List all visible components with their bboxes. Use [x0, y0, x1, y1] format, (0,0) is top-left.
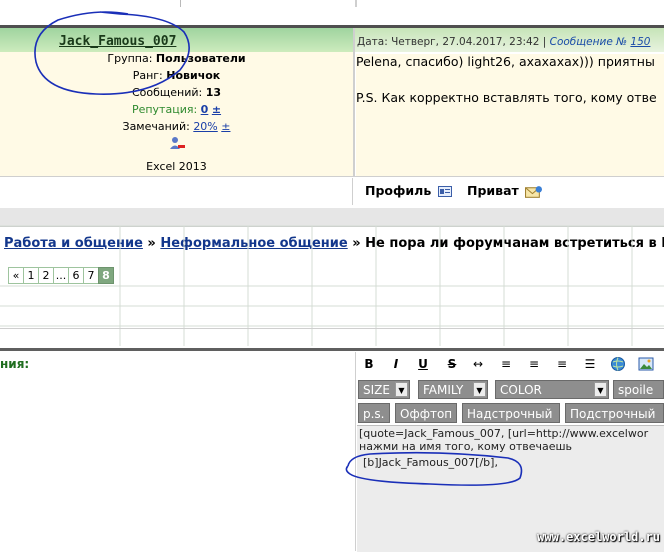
chevron-down-icon: ▼	[594, 382, 607, 397]
page-link[interactable]: 7	[83, 267, 99, 284]
post-text-line: Pelena, спасибо) light26, ахахахах))) пр…	[356, 54, 655, 69]
user-status-icon	[0, 136, 353, 153]
user-warnings-row: Замечаний: 20% ±	[122, 120, 231, 133]
hr-button[interactable]: ↔	[470, 356, 486, 372]
align-center-button[interactable]: ≡	[526, 356, 542, 372]
page-ellipsis: ...	[53, 267, 69, 284]
offtopic-button[interactable]: Оффтоп	[395, 403, 457, 423]
page-link[interactable]: 2	[38, 267, 54, 284]
color-dropdown[interactable]: COLOR ▼	[495, 380, 609, 399]
image-icon	[638, 357, 654, 371]
spoiler-button[interactable]: spoile	[613, 380, 664, 399]
author-username-link[interactable]: Jack_Famous_007	[59, 34, 176, 49]
page-link[interactable]: 6	[68, 267, 84, 284]
message-number-label: Сообщение №	[549, 36, 628, 48]
bold-button[interactable]: B	[361, 356, 377, 372]
post-author-header	[0, 28, 353, 52]
top-strip	[0, 0, 664, 7]
align-right-button[interactable]: ≡	[554, 356, 570, 372]
post-date-text: Дата: Четверг, 27.04.2017, 23:42 |	[357, 36, 547, 48]
chevron-down-icon: ▼	[395, 382, 408, 397]
ps-button[interactable]: p.s.	[358, 403, 390, 423]
link-button[interactable]	[610, 356, 626, 372]
chevron-down-icon: ▼	[473, 382, 486, 397]
reply-top-rule	[0, 348, 664, 351]
site-watermark: www.excelworld.ru	[537, 530, 660, 544]
post-footer-left	[0, 178, 353, 205]
author-info-panel: Группа: Пользователи Ранг: Новичок Сообщ…	[0, 52, 353, 176]
warnings-change-link[interactable]: ±	[221, 120, 230, 133]
size-dropdown[interactable]: SIZE ▼	[358, 380, 410, 399]
envelope-icon	[525, 185, 543, 198]
warnings-link[interactable]: 20%	[193, 120, 217, 133]
subscript-button[interactable]: Подстрочный	[565, 403, 664, 423]
page-link[interactable]: 1	[23, 267, 39, 284]
post-body: Pelena, спасибо) light26, ахахахах))) пр…	[356, 54, 664, 176]
superscript-button[interactable]: Надстрочный	[462, 403, 560, 423]
editor-toolbar: B I U S ↔ ≡ ≡ ≡ ☰	[358, 354, 664, 376]
message-number-link[interactable]: 150	[630, 36, 650, 48]
textarea-line: нажми на имя того, кому отвечаешь	[359, 440, 573, 453]
align-left-button[interactable]: ≡	[498, 356, 514, 372]
textarea-line: [b]Jack_Famous_007[/b],	[363, 456, 498, 469]
user-messages-row: Сообщений: 13	[131, 86, 222, 99]
reply-left-panel	[0, 352, 356, 551]
strikethrough-button[interactable]: S	[444, 356, 460, 372]
breadcrumb: Работа и общение » Неформальное общение …	[4, 236, 664, 251]
column-divider	[180, 0, 181, 7]
breadcrumb-link-work[interactable]: Работа и общение	[4, 236, 143, 251]
section-divider	[0, 208, 664, 227]
italic-button[interactable]: I	[388, 356, 404, 372]
user-rank-row: Ранг: Новичок	[132, 69, 221, 82]
page-prev[interactable]: «	[8, 267, 24, 284]
font-family-dropdown[interactable]: FAMILY ▼	[418, 380, 488, 399]
reputation-link[interactable]: 0	[201, 103, 209, 116]
reply-label: ния:	[0, 357, 30, 371]
profile-button[interactable]: Профиль	[365, 183, 452, 198]
image-button[interactable]	[638, 356, 654, 372]
breadcrumb-current-topic: Не пора ли форумчанам встретиться в П	[365, 236, 664, 251]
list-button[interactable]: ☰	[582, 356, 598, 372]
post-text-line: P.S. Как корректно вставлять того, кому …	[356, 90, 657, 105]
private-message-button[interactable]: Приват	[467, 183, 543, 199]
post-date: Дата: Четверг, 27.04.2017, 23:42 | Сообщ…	[357, 36, 650, 48]
reputation-change-link[interactable]: ±	[212, 103, 221, 116]
user-reputation-row: Репутация: 0 ±	[131, 103, 222, 116]
underline-button[interactable]: U	[415, 356, 431, 372]
breadcrumb-link-informal[interactable]: Неформальное общение	[160, 236, 347, 251]
globe-icon	[611, 357, 625, 371]
column-divider	[355, 0, 357, 7]
page-current: 8	[98, 267, 114, 284]
profile-card-icon	[437, 186, 452, 197]
grid-bottom-rule	[0, 328, 664, 329]
textarea-line: [quote=Jack_Famous_007, [url=http://www.…	[359, 427, 649, 440]
user-group-row: Группа: Пользователи	[107, 52, 246, 65]
user-software: Excel 2013	[146, 160, 207, 173]
user-offline-icon	[169, 137, 185, 149]
